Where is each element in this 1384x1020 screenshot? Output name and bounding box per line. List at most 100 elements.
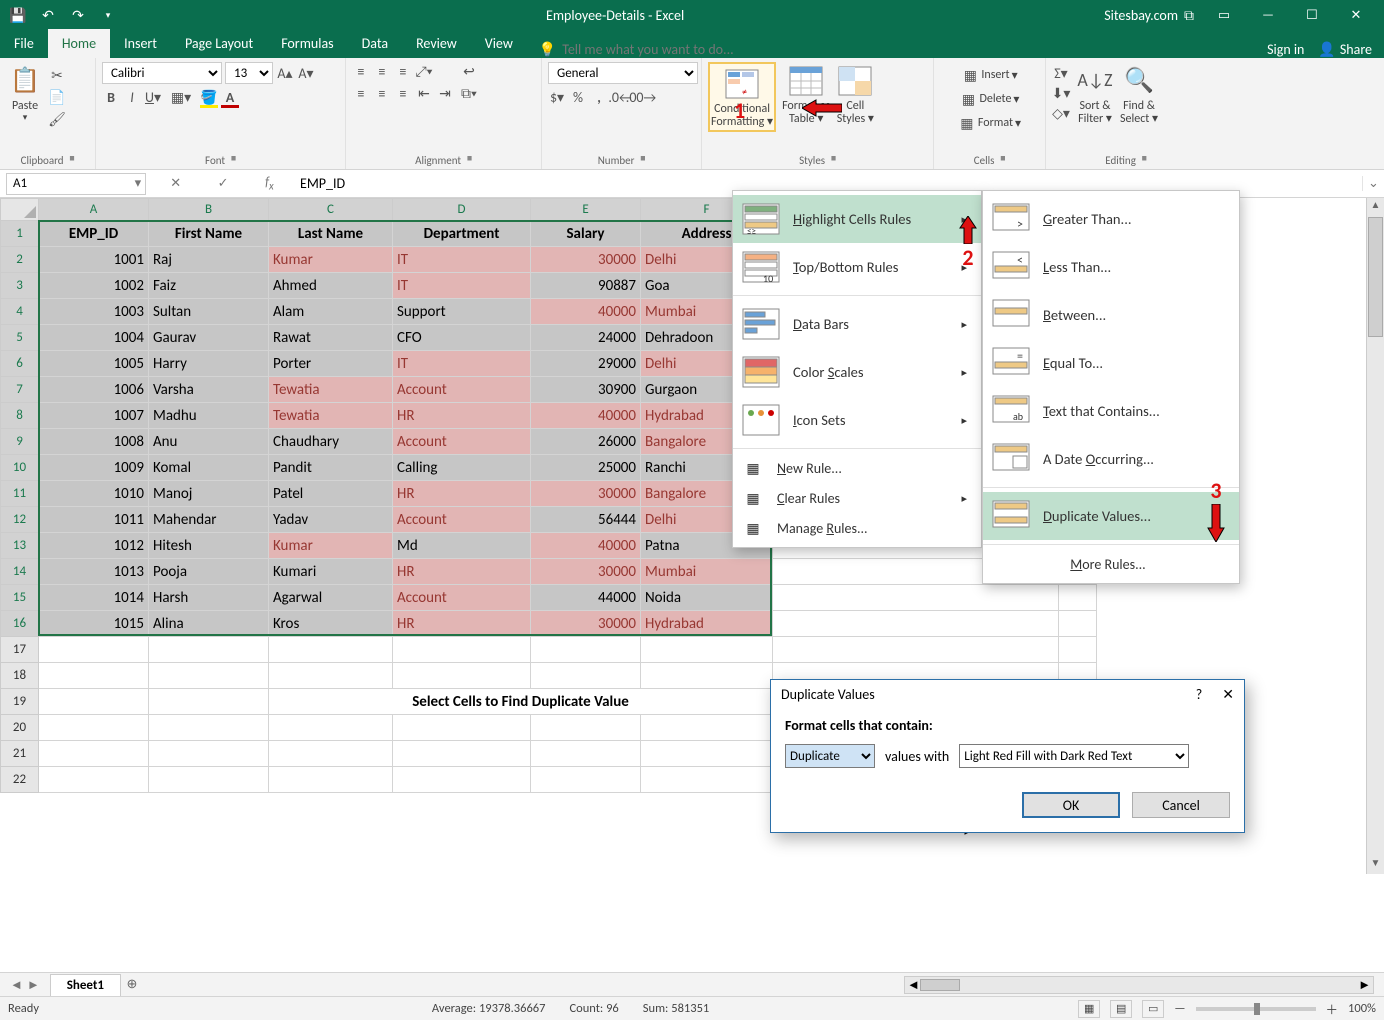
cell[interactable]: Account (393, 429, 531, 455)
merge-center-icon[interactable]: ⧉▾ (460, 84, 478, 102)
cell[interactable]: HR (393, 611, 531, 637)
cell[interactable]: 1012 (39, 533, 149, 559)
align-center-icon[interactable]: ≡ (373, 84, 391, 102)
cell[interactable]: 1015 (39, 611, 149, 637)
cancel-formula-icon[interactable]: ✕ (170, 176, 181, 191)
cell[interactable]: 40000 (531, 533, 641, 559)
format-painter-icon[interactable]: 🖌 (48, 110, 66, 128)
currency-icon[interactable]: $▾ (548, 88, 566, 106)
cell[interactable]: Mahendar (149, 507, 269, 533)
decrease-indent-icon[interactable]: ⇤ (415, 84, 433, 102)
cancel-button[interactable]: Cancel (1132, 792, 1230, 818)
cell[interactable]: Gaurav (149, 325, 269, 351)
view-normal-icon[interactable]: ▦ (1078, 1000, 1100, 1018)
add-sheet-icon[interactable]: ⊕ (121, 977, 143, 992)
cell[interactable] (641, 715, 773, 741)
cell[interactable]: 1011 (39, 507, 149, 533)
format-style-select[interactable]: Light Red Fill with Dark Red Text (959, 744, 1189, 768)
align-top-icon[interactable]: ≡ (352, 62, 370, 80)
tell-me-search[interactable]: 💡 (539, 41, 822, 58)
align-middle-icon[interactable]: ≡ (373, 62, 391, 80)
cell[interactable]: Agarwal (269, 585, 393, 611)
cell[interactable]: Tewatia (269, 377, 393, 403)
redo-icon[interactable]: ↷ (68, 5, 88, 25)
horizontal-scrollbar[interactable]: ◄► (904, 976, 1374, 994)
cell[interactable]: Pandit (269, 455, 393, 481)
cell[interactable] (393, 637, 531, 663)
cell[interactable]: Komal (149, 455, 269, 481)
cell[interactable]: Rawat (269, 325, 393, 351)
tell-me-input[interactable] (562, 41, 822, 58)
row-header[interactable]: 13 (1, 533, 39, 559)
fill-icon[interactable]: ⬇▾ (1052, 84, 1070, 102)
menu-highlight-cells-rules[interactable]: ≤≥ Highlight Cells Rules ▸ (733, 195, 981, 243)
zoom-out-icon[interactable]: — (1174, 1001, 1185, 1016)
menu-manage-rules[interactable]: ▦ Manage Rules... (733, 513, 981, 543)
row-header[interactable]: 21 (1, 741, 39, 767)
cell[interactable] (641, 663, 773, 689)
sign-in-link[interactable]: Sign in (1267, 41, 1304, 58)
ribbon-options-icon[interactable]: ▭ (1204, 0, 1244, 30)
table-header-cell[interactable]: Last Name (269, 221, 393, 247)
cell[interactable]: 26000 (531, 429, 641, 455)
tab-data[interactable]: Data (348, 29, 402, 58)
cell[interactable] (393, 663, 531, 689)
cell[interactable]: Hitesh (149, 533, 269, 559)
align-bottom-icon[interactable]: ≡ (394, 62, 412, 80)
qat-customize-icon[interactable]: ▾ (98, 5, 118, 25)
row-header[interactable]: 22 (1, 767, 39, 793)
cell[interactable]: Tewatia (269, 403, 393, 429)
dialog-help-icon[interactable]: ? (1196, 686, 1203, 703)
cell[interactable]: Account (393, 585, 531, 611)
cell[interactable]: CFO (393, 325, 531, 351)
view-page-layout-icon[interactable]: ▤ (1110, 1000, 1132, 1018)
increase-indent-icon[interactable]: ⇥ (436, 84, 454, 102)
row-header[interactable]: 2 (1, 247, 39, 273)
paste-button[interactable]: 📋 Paste▾ (6, 62, 44, 152)
cell[interactable] (149, 715, 269, 741)
name-box[interactable]: ▾ (6, 173, 146, 195)
cell[interactable]: 30000 (531, 481, 641, 507)
delete-cells-button[interactable]: ▦Delete ▾ (940, 88, 1039, 110)
cell[interactable]: 44000 (531, 585, 641, 611)
cell[interactable]: Kumar (269, 533, 393, 559)
row-header[interactable]: 1 (1, 221, 39, 247)
cell[interactable]: 1009 (39, 455, 149, 481)
tab-insert[interactable]: Insert (110, 29, 171, 58)
cell[interactable] (531, 741, 641, 767)
menu-data-bars[interactable]: Data Bars▸ (733, 300, 981, 348)
cell[interactable]: Hydrabad (641, 611, 773, 637)
cell[interactable]: 1008 (39, 429, 149, 455)
share-button[interactable]: 👤Share (1318, 41, 1372, 58)
cell[interactable]: 40000 (531, 403, 641, 429)
copy-icon[interactable]: 📄 (48, 88, 66, 106)
bold-icon[interactable]: B (102, 88, 120, 106)
enter-formula-icon[interactable]: ✓ (218, 176, 229, 191)
cell[interactable] (393, 741, 531, 767)
fill-color-icon[interactable]: 🪣 (200, 88, 218, 106)
cell[interactable]: 30000 (531, 611, 641, 637)
autosum-icon[interactable]: Σ▾ (1052, 64, 1070, 82)
cell[interactable] (641, 637, 773, 663)
column-header[interactable]: B (149, 199, 269, 221)
menu-clear-rules[interactable]: ▦ Clear Rules▸ (733, 483, 981, 513)
tab-view[interactable]: View (471, 29, 527, 58)
tab-page-layout[interactable]: Page Layout (171, 29, 267, 58)
cell[interactable]: 30000 (531, 559, 641, 585)
zoom-slider[interactable] (1196, 1007, 1316, 1011)
cell[interactable]: Alina (149, 611, 269, 637)
cell[interactable] (39, 741, 149, 767)
cell[interactable]: 24000 (531, 325, 641, 351)
table-header-cell[interactable]: Department (393, 221, 531, 247)
cell[interactable]: Md (393, 533, 531, 559)
borders-icon[interactable]: ▦▾ (172, 88, 190, 106)
vertical-scrollbar[interactable]: ▲ ▼ (1366, 198, 1384, 874)
cell[interactable] (149, 767, 269, 793)
cell[interactable]: Noida (641, 585, 773, 611)
row-header[interactable]: 8 (1, 403, 39, 429)
cell[interactable]: Support (393, 299, 531, 325)
cell[interactable]: Anu (149, 429, 269, 455)
cell[interactable] (641, 767, 773, 793)
font-size-select[interactable]: 13 (225, 62, 273, 84)
cell[interactable] (1059, 637, 1097, 663)
